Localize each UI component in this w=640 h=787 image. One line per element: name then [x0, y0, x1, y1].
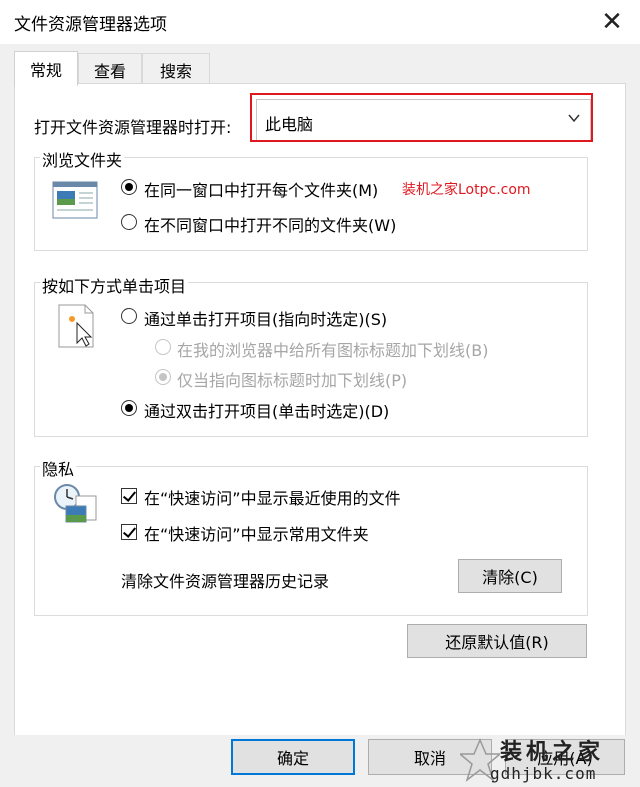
- tab-view[interactable]: 查看: [78, 53, 142, 86]
- tab-search-label: 搜索: [159, 62, 192, 81]
- tab-search[interactable]: 搜索: [142, 53, 210, 86]
- open-explorer-label: 打开文件资源管理器时打开:: [34, 118, 232, 137]
- option-frequent-folders: 在“快速访问”中显示常用文件夹: [144, 525, 369, 544]
- folder-options-dialog: 文件资源管理器选项 ✕ 常规 查看 搜索 打开文件资源管理器时打开: 此电脑 浏…: [0, 0, 640, 787]
- watermark-title: 装机之家: [500, 740, 605, 765]
- close-icon[interactable]: ✕: [584, 0, 640, 44]
- title-bar: 文件资源管理器选项 ✕: [0, 0, 640, 44]
- folder-window-icon: [52, 181, 98, 219]
- privacy-legend: 隐私: [40, 456, 77, 480]
- cursor-click-icon: [58, 304, 94, 348]
- radio-new-window[interactable]: [121, 214, 137, 230]
- clear-button[interactable]: 清除(C): [458, 559, 562, 593]
- checkbox-frequent-folders[interactable]: [121, 524, 137, 540]
- option-underline-point: 仅当指向图标标题时加下划线(P): [177, 371, 408, 390]
- option-same-window: 在同一窗口中打开每个文件夹(M): [144, 181, 379, 200]
- annotation-text: 装机之家Lotpc.com: [402, 182, 531, 198]
- option-new-window: 在不同窗口中打开不同的文件夹(W): [144, 216, 397, 235]
- restore-defaults-button[interactable]: 还原默认值(R): [407, 624, 587, 658]
- tab-view-label: 查看: [93, 62, 126, 81]
- radio-double-click[interactable]: [121, 400, 137, 416]
- clear-button-label: 清除(C): [482, 568, 538, 587]
- clear-history-label: 清除文件资源管理器历史记录: [121, 572, 330, 591]
- radio-underline-all[interactable]: [155, 339, 171, 355]
- tab-general-label: 常规: [29, 61, 62, 80]
- radio-underline-point[interactable]: [155, 369, 171, 385]
- restore-defaults-label: 还原默认值(R): [445, 633, 549, 652]
- click-items-legend: 按如下方式单击项目: [40, 273, 189, 297]
- highlight-box: [250, 93, 593, 142]
- ok-button-label: 确定: [276, 749, 309, 768]
- radio-single-click[interactable]: [121, 308, 137, 324]
- browse-folders-legend: 浏览文件夹: [40, 147, 125, 171]
- browse-folders-group: [34, 157, 588, 251]
- option-recent-files: 在“快速访问”中显示最近使用的文件: [144, 489, 401, 508]
- cancel-button-label: 取消: [413, 749, 446, 768]
- option-underline-all: 在我的浏览器中给所有图标标题加下划线(B): [177, 341, 489, 360]
- option-double-click: 通过双击打开项目(单击时选定)(D): [144, 402, 390, 421]
- ok-button[interactable]: 确定: [231, 739, 355, 775]
- window-title: 文件资源管理器选项: [14, 15, 167, 35]
- option-single-click: 通过单击打开项目(指向时选定)(S): [144, 310, 388, 329]
- privacy-clock-icon: [54, 484, 97, 523]
- watermark: 装机之家 gdhjbk.com: [460, 734, 630, 787]
- watermark-url: gdhjbk.com: [490, 764, 597, 783]
- radio-same-window[interactable]: [121, 179, 137, 195]
- checkbox-recent-files[interactable]: [121, 488, 137, 504]
- tab-general[interactable]: 常规: [14, 51, 78, 86]
